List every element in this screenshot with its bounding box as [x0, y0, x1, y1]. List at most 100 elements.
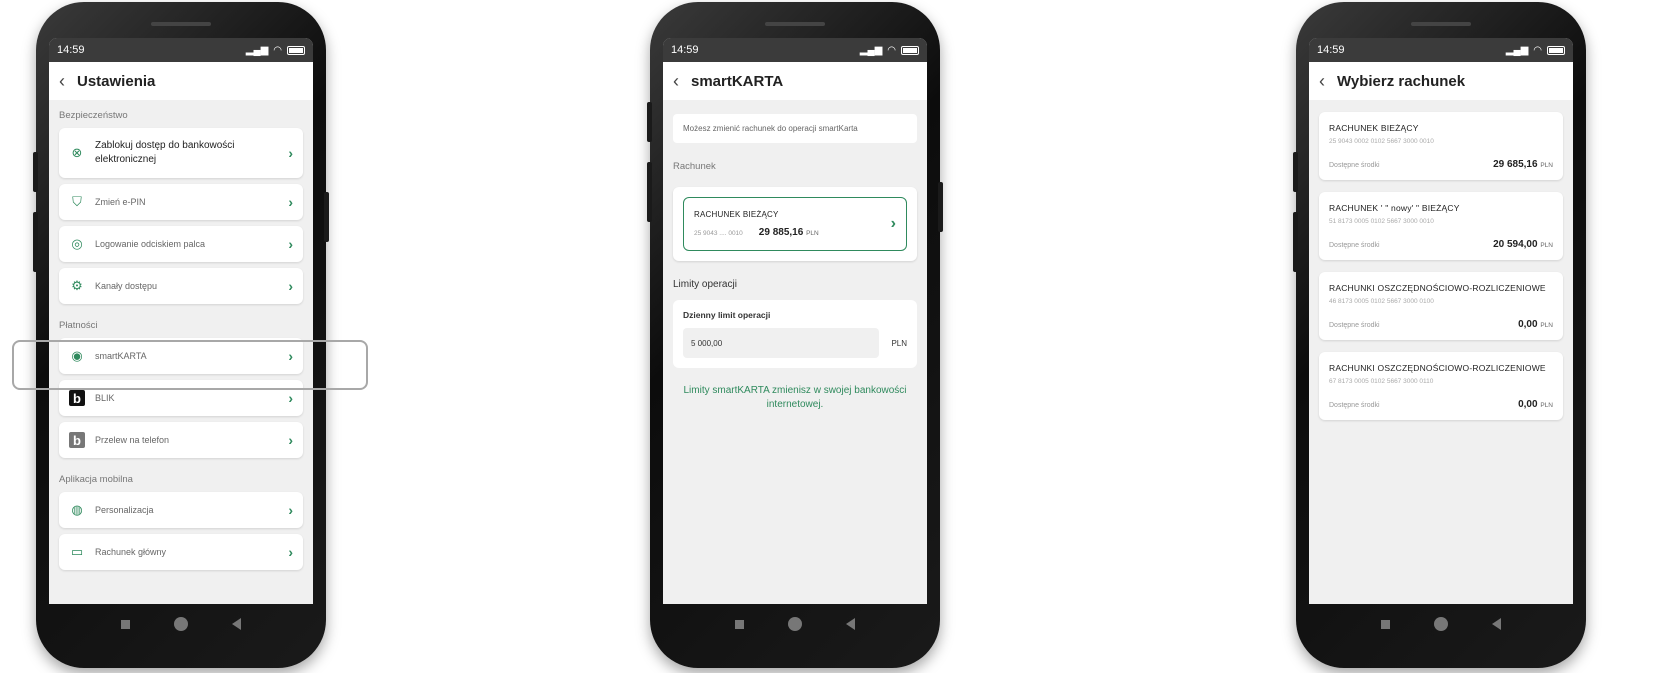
screen: 14:59 ▂▄▆ ◠ ‹ Ustawienia Bezpieczeństwo ⊗…	[49, 38, 313, 604]
page-title: Wybierz rachunek	[1337, 72, 1466, 90]
wallet-icon: ▭	[70, 544, 84, 559]
status-bar: 14:59 ▂▄▆ ◠	[49, 38, 313, 62]
menu-item-change-epin[interactable]: ⛉ Zmień e-PIN ›	[59, 184, 303, 220]
currency: PLN	[806, 230, 819, 237]
account-name: RACHUNEK ' " nowy' " BIEŻĄCY	[1329, 203, 1460, 213]
recent-apps-icon[interactable]	[735, 619, 744, 629]
menu-item-main-account[interactable]: ▭ Rachunek główny ›	[59, 534, 303, 570]
account-selector[interactable]: RACHUNEK BIEŻĄCY 25 9043 .... 0010 29 88…	[683, 197, 907, 251]
balance-value: 29 885,16	[758, 227, 804, 238]
daily-limit-field[interactable]: 5 000,00	[683, 328, 880, 358]
info-box: Możesz zmienić rachunek do operacji smar…	[673, 114, 917, 143]
phone-smartkarta: 14:59 ▂▄▆ ◠ ‹ smartKARTA Możesz zmienić r…	[647, 2, 943, 668]
back-icon[interactable]: ‹	[59, 71, 65, 92]
menu-item-block-access[interactable]: ⊗ Zablokuj dostęp do bankowości elektron…	[59, 128, 303, 178]
menu-item-access-channels[interactable]: ⚙ Kanały dostępu ›	[59, 268, 303, 304]
balance-value: 0,00	[1518, 319, 1538, 330]
limit-label: Dzienny limit operacji	[683, 310, 771, 320]
android-nav-bar	[663, 604, 927, 644]
balance-value: 29 685,16	[1493, 159, 1538, 170]
recent-apps-icon[interactable]	[1381, 619, 1390, 629]
account-balance: 20 594,00 PLN	[1493, 239, 1553, 250]
home-icon[interactable]	[174, 617, 188, 631]
side-button	[1293, 152, 1298, 192]
blik-icon: b	[69, 390, 85, 406]
chevron-right-icon: ›	[288, 390, 293, 406]
menu-item-phone-transfer[interactable]: b Przelew na telefon ›	[59, 422, 303, 458]
limits-section-title: Limity operacji	[673, 279, 737, 290]
account-number: 46 8173 0005 0102 5667 3000 0100	[1329, 298, 1434, 305]
chevron-right-icon: ›	[890, 215, 896, 232]
side-button	[33, 212, 38, 272]
available-label: Dostępne środki	[1329, 162, 1380, 169]
side-button	[647, 102, 652, 142]
chevron-right-icon: ›	[288, 194, 293, 210]
account-card[interactable]: RACHUNKI OSZCZĘDNOŚCIOWO-ROZLICZENIOWE 4…	[1319, 272, 1563, 340]
chevron-right-icon: ›	[288, 432, 293, 448]
battery-icon	[901, 45, 919, 55]
nav-back-icon[interactable]	[846, 618, 855, 630]
account-balance: 0,00 PLN	[1518, 399, 1553, 410]
signal-icon: ▂▄▆	[245, 44, 269, 56]
status-time: 14:59	[57, 44, 85, 56]
person-icon: ◍	[71, 502, 83, 517]
account-name: RACHUNEK BIEŻĄCY	[694, 210, 779, 219]
recent-apps-icon[interactable]	[121, 619, 130, 629]
menu-item-label: Rachunek główny	[95, 547, 167, 557]
status-time: 14:59	[1317, 44, 1345, 56]
back-icon[interactable]: ‹	[673, 71, 679, 92]
earpiece	[1411, 22, 1471, 26]
status-time: 14:59	[671, 44, 699, 56]
battery-icon	[1547, 45, 1565, 55]
app-header: ‹ Wybierz rachunek	[1309, 62, 1573, 100]
account-balance: 0,00 PLN	[1518, 319, 1553, 330]
chevron-right-icon: ›	[288, 145, 293, 161]
balance-value: 0,00	[1518, 399, 1538, 410]
page-title: Ustawienia	[77, 72, 156, 90]
wifi-icon: ◠	[1533, 44, 1542, 56]
screen: 14:59 ▂▄▆ ◠ ‹ Wybierz rachunek RACHUNEK B…	[1309, 38, 1573, 604]
status-bar: 14:59 ▂▄▆ ◠	[1309, 38, 1573, 62]
chevron-right-icon: ›	[288, 236, 293, 252]
limits-note: Limity smartKARTA zmienisz w swojej bank…	[683, 385, 907, 410]
status-bar: 14:59 ▂▄▆ ◠	[663, 38, 927, 62]
available-label: Dostępne środki	[1329, 402, 1380, 409]
account-card[interactable]: RACHUNKI OSZCZĘDNOŚCIOWO-ROZLICZENIOWE 6…	[1319, 352, 1563, 420]
block-icon: ⊗	[71, 145, 83, 160]
shield-check-icon: ⛉	[72, 194, 82, 209]
account-balance: 29 885,16 PLN	[759, 227, 819, 238]
menu-item-label: BLIK	[95, 393, 115, 403]
android-nav-bar	[49, 604, 313, 644]
menu-item-label: Logowanie odciskiem palca	[95, 239, 206, 249]
phone-select-account: 14:59 ▂▄▆ ◠ ‹ Wybierz rachunek RACHUNEK B…	[1293, 2, 1586, 668]
back-icon[interactable]: ‹	[1319, 71, 1325, 92]
chevron-right-icon: ›	[288, 544, 293, 560]
home-icon[interactable]	[788, 617, 802, 631]
account-number: 67 8173 0005 0102 5667 3000 0110	[1329, 378, 1434, 385]
menu-item-personalization[interactable]: ◍ Personalizacja ›	[59, 492, 303, 528]
android-nav-bar	[1309, 604, 1573, 644]
account-card[interactable]: RACHUNEK BIEŻĄCY 25 9043 0002 0102 5667 …	[1319, 112, 1563, 180]
side-button	[938, 182, 943, 232]
currency: PLN	[1540, 242, 1553, 249]
account-number: 25 9043 0002 0102 5667 3000 0010	[1329, 138, 1434, 145]
account-name: RACHUNEK BIEŻĄCY	[1329, 123, 1419, 133]
wifi-icon: ◠	[887, 44, 896, 56]
account-name: RACHUNKI OSZCZĘDNOŚCIOWO-ROZLICZENIOWE	[1329, 363, 1546, 373]
currency: PLN	[1540, 402, 1553, 409]
menu-item-fingerprint[interactable]: ◎ Logowanie odciskiem palca ›	[59, 226, 303, 262]
nav-back-icon[interactable]	[232, 618, 241, 630]
nav-back-icon[interactable]	[1492, 618, 1501, 630]
app-header: ‹ smartKARTA	[663, 62, 927, 100]
signal-icon: ▂▄▆	[859, 44, 883, 56]
account-card[interactable]: RACHUNEK ' " nowy' " BIEŻĄCY 51 8173 000…	[1319, 192, 1563, 260]
currency: PLN	[1540, 322, 1553, 329]
limit-currency: PLN	[891, 338, 907, 348]
home-icon[interactable]	[1434, 617, 1448, 631]
section-label-account: Rachunek	[673, 161, 716, 172]
side-button	[647, 162, 652, 222]
chevron-right-icon: ›	[288, 278, 293, 294]
fingerprint-icon: ◎	[71, 236, 83, 251]
account-number: 51 8173 0005 0102 5667 3000 0010	[1329, 218, 1434, 225]
page-title: smartKARTA	[691, 72, 784, 90]
